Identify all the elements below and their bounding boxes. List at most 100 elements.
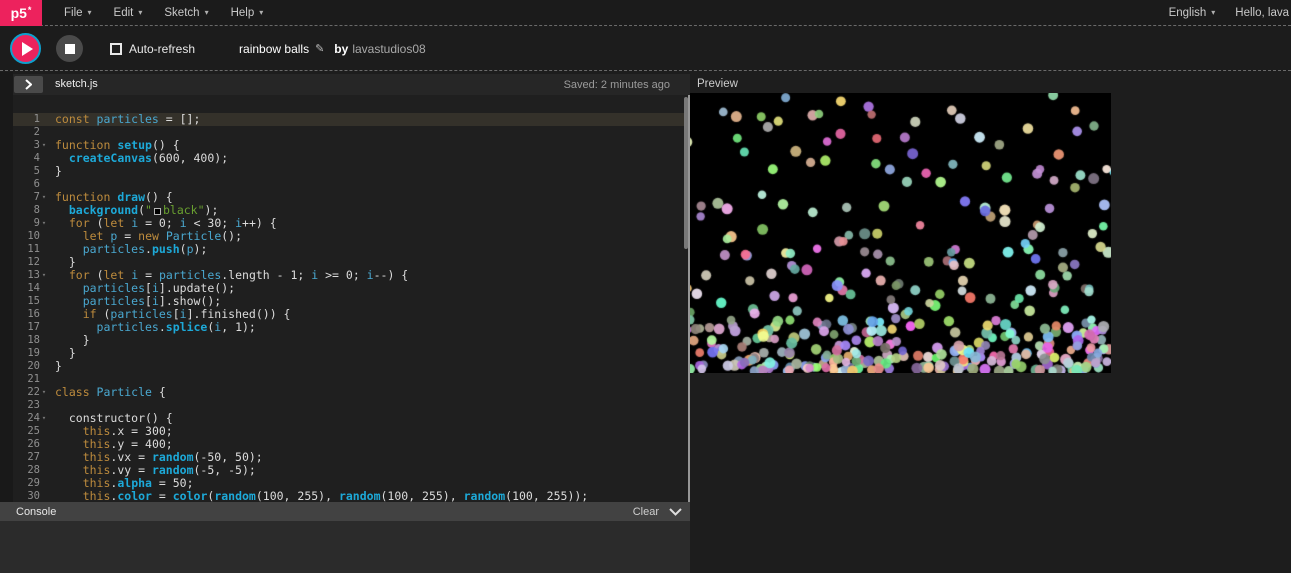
edit-pencil-icon[interactable]: ✎: [315, 42, 324, 55]
fold-arrow-icon[interactable]: ▾: [40, 139, 48, 152]
line-number: 3: [13, 139, 40, 152]
line-number: 17: [13, 321, 40, 334]
fold-gutter: [40, 230, 48, 243]
fold-arrow-icon[interactable]: ▾: [40, 386, 48, 399]
fold-arrow-icon[interactable]: ▾: [40, 412, 48, 425]
menu-edit[interactable]: Edit▾: [114, 7, 143, 19]
line-number: 15: [13, 295, 40, 308]
line-number: 9: [13, 217, 40, 230]
code-line[interactable]: 19 }: [13, 347, 690, 360]
fold-gutter: [40, 451, 48, 464]
fold-gutter: [40, 321, 48, 334]
tab-sketch-js[interactable]: sketch.js: [55, 78, 98, 90]
line-number: 28: [13, 464, 40, 477]
stop-button[interactable]: [56, 35, 83, 62]
code-text: class Particle {: [48, 386, 166, 399]
fold-gutter: [40, 490, 48, 502]
fold-gutter: [40, 243, 48, 256]
code-line[interactable]: 5}: [13, 165, 690, 178]
line-number: 10: [13, 230, 40, 243]
code-lines: 1const particles = [];23▾function setup(…: [13, 113, 690, 502]
play-button[interactable]: [10, 33, 41, 64]
fold-gutter: [40, 165, 48, 178]
saved-status: Saved: 2 minutes ago: [564, 79, 670, 91]
sketch-preview-frame: [690, 93, 1111, 373]
line-number: 19: [13, 347, 40, 360]
fold-gutter: [40, 113, 48, 126]
fold-gutter: [40, 373, 48, 386]
language-selector[interactable]: English▾: [1169, 7, 1216, 19]
fold-gutter: [40, 295, 48, 308]
code-line[interactable]: 4 createCanvas(600, 400);: [13, 152, 690, 165]
line-number: 7: [13, 191, 40, 204]
chevron-down-icon: ▾: [88, 8, 92, 17]
code-text: this.color = color(random(100, 255), ran…: [48, 490, 588, 502]
console-output: [0, 521, 690, 573]
code-text: }: [48, 165, 62, 178]
user-greeting[interactable]: Hello, lava: [1235, 7, 1289, 19]
line-number: 2: [13, 126, 40, 139]
code-text: [48, 178, 55, 191]
line-number: 1: [13, 113, 40, 126]
menu-sketch[interactable]: Sketch▾: [164, 7, 208, 19]
fold-gutter: [40, 438, 48, 451]
by-label: by: [334, 42, 348, 56]
line-number: 27: [13, 451, 40, 464]
code-line[interactable]: 18 }: [13, 334, 690, 347]
line-number: 29: [13, 477, 40, 490]
code-line[interactable]: 17 particles.splice(i, 1);: [13, 321, 690, 334]
code-line[interactable]: 11 particles.push(p);: [13, 243, 690, 256]
fold-gutter: [40, 152, 48, 165]
line-number: 24: [13, 412, 40, 425]
menu-file[interactable]: File▾: [64, 7, 92, 19]
menu-help[interactable]: Help▾: [231, 7, 264, 19]
chevron-down-icon: ▾: [1211, 8, 1215, 17]
line-number: 26: [13, 438, 40, 451]
line-number: 18: [13, 334, 40, 347]
fold-arrow-icon[interactable]: ▾: [40, 217, 48, 230]
console-collapse-button[interactable]: [669, 508, 682, 516]
fold-gutter: [40, 308, 48, 321]
p5-logo[interactable]: p5*: [0, 0, 42, 26]
fold-gutter: [40, 256, 48, 269]
line-number: 21: [13, 373, 40, 386]
fold-arrow-icon[interactable]: ▾: [40, 269, 48, 282]
console-label: Console: [16, 506, 56, 518]
author-name[interactable]: lavastudios08: [352, 42, 425, 56]
fold-gutter: [40, 282, 48, 295]
code-text: [48, 126, 55, 139]
chevron-down-icon: [669, 508, 682, 516]
play-icon: [22, 42, 33, 56]
code-line[interactable]: 22▾class Particle {: [13, 386, 690, 399]
fold-gutter: [40, 477, 48, 490]
chevron-down-icon: ▾: [205, 8, 209, 17]
fold-arrow-icon[interactable]: ▾: [40, 191, 48, 204]
line-number: 4: [13, 152, 40, 165]
sketch-canvas[interactable]: [690, 93, 1111, 373]
line-number: 20: [13, 360, 40, 373]
line-number: 11: [13, 243, 40, 256]
line-number: 6: [13, 178, 40, 191]
code-text: const particles = [];: [48, 113, 200, 126]
fold-gutter: [40, 178, 48, 191]
code-line[interactable]: 30 this.color = color(random(100, 255), …: [13, 490, 690, 502]
line-number: 14: [13, 282, 40, 295]
line-number: 5: [13, 165, 40, 178]
expand-sidebar-button[interactable]: [14, 76, 43, 93]
console-clear-button[interactable]: Clear: [633, 506, 659, 518]
stop-icon: [65, 44, 75, 54]
chevron-down-icon: ▾: [259, 8, 263, 17]
code-line[interactable]: 20}: [13, 360, 690, 373]
code-editor[interactable]: 1const particles = [];23▾function setup(…: [13, 95, 690, 502]
code-text: [48, 373, 55, 386]
chevron-right-icon: [25, 79, 32, 90]
line-number: 25: [13, 425, 40, 438]
code-line[interactable]: 1 const particles = [];: [13, 113, 690, 126]
fold-gutter: [40, 399, 48, 412]
sketch-toolbar: Auto-refresh rainbow balls ✎ by lavastud…: [0, 27, 1291, 71]
fold-gutter: [40, 334, 48, 347]
auto-refresh-checkbox[interactable]: [110, 43, 122, 55]
code-text: }: [48, 360, 62, 373]
line-number: 22: [13, 386, 40, 399]
fold-gutter: [40, 126, 48, 139]
